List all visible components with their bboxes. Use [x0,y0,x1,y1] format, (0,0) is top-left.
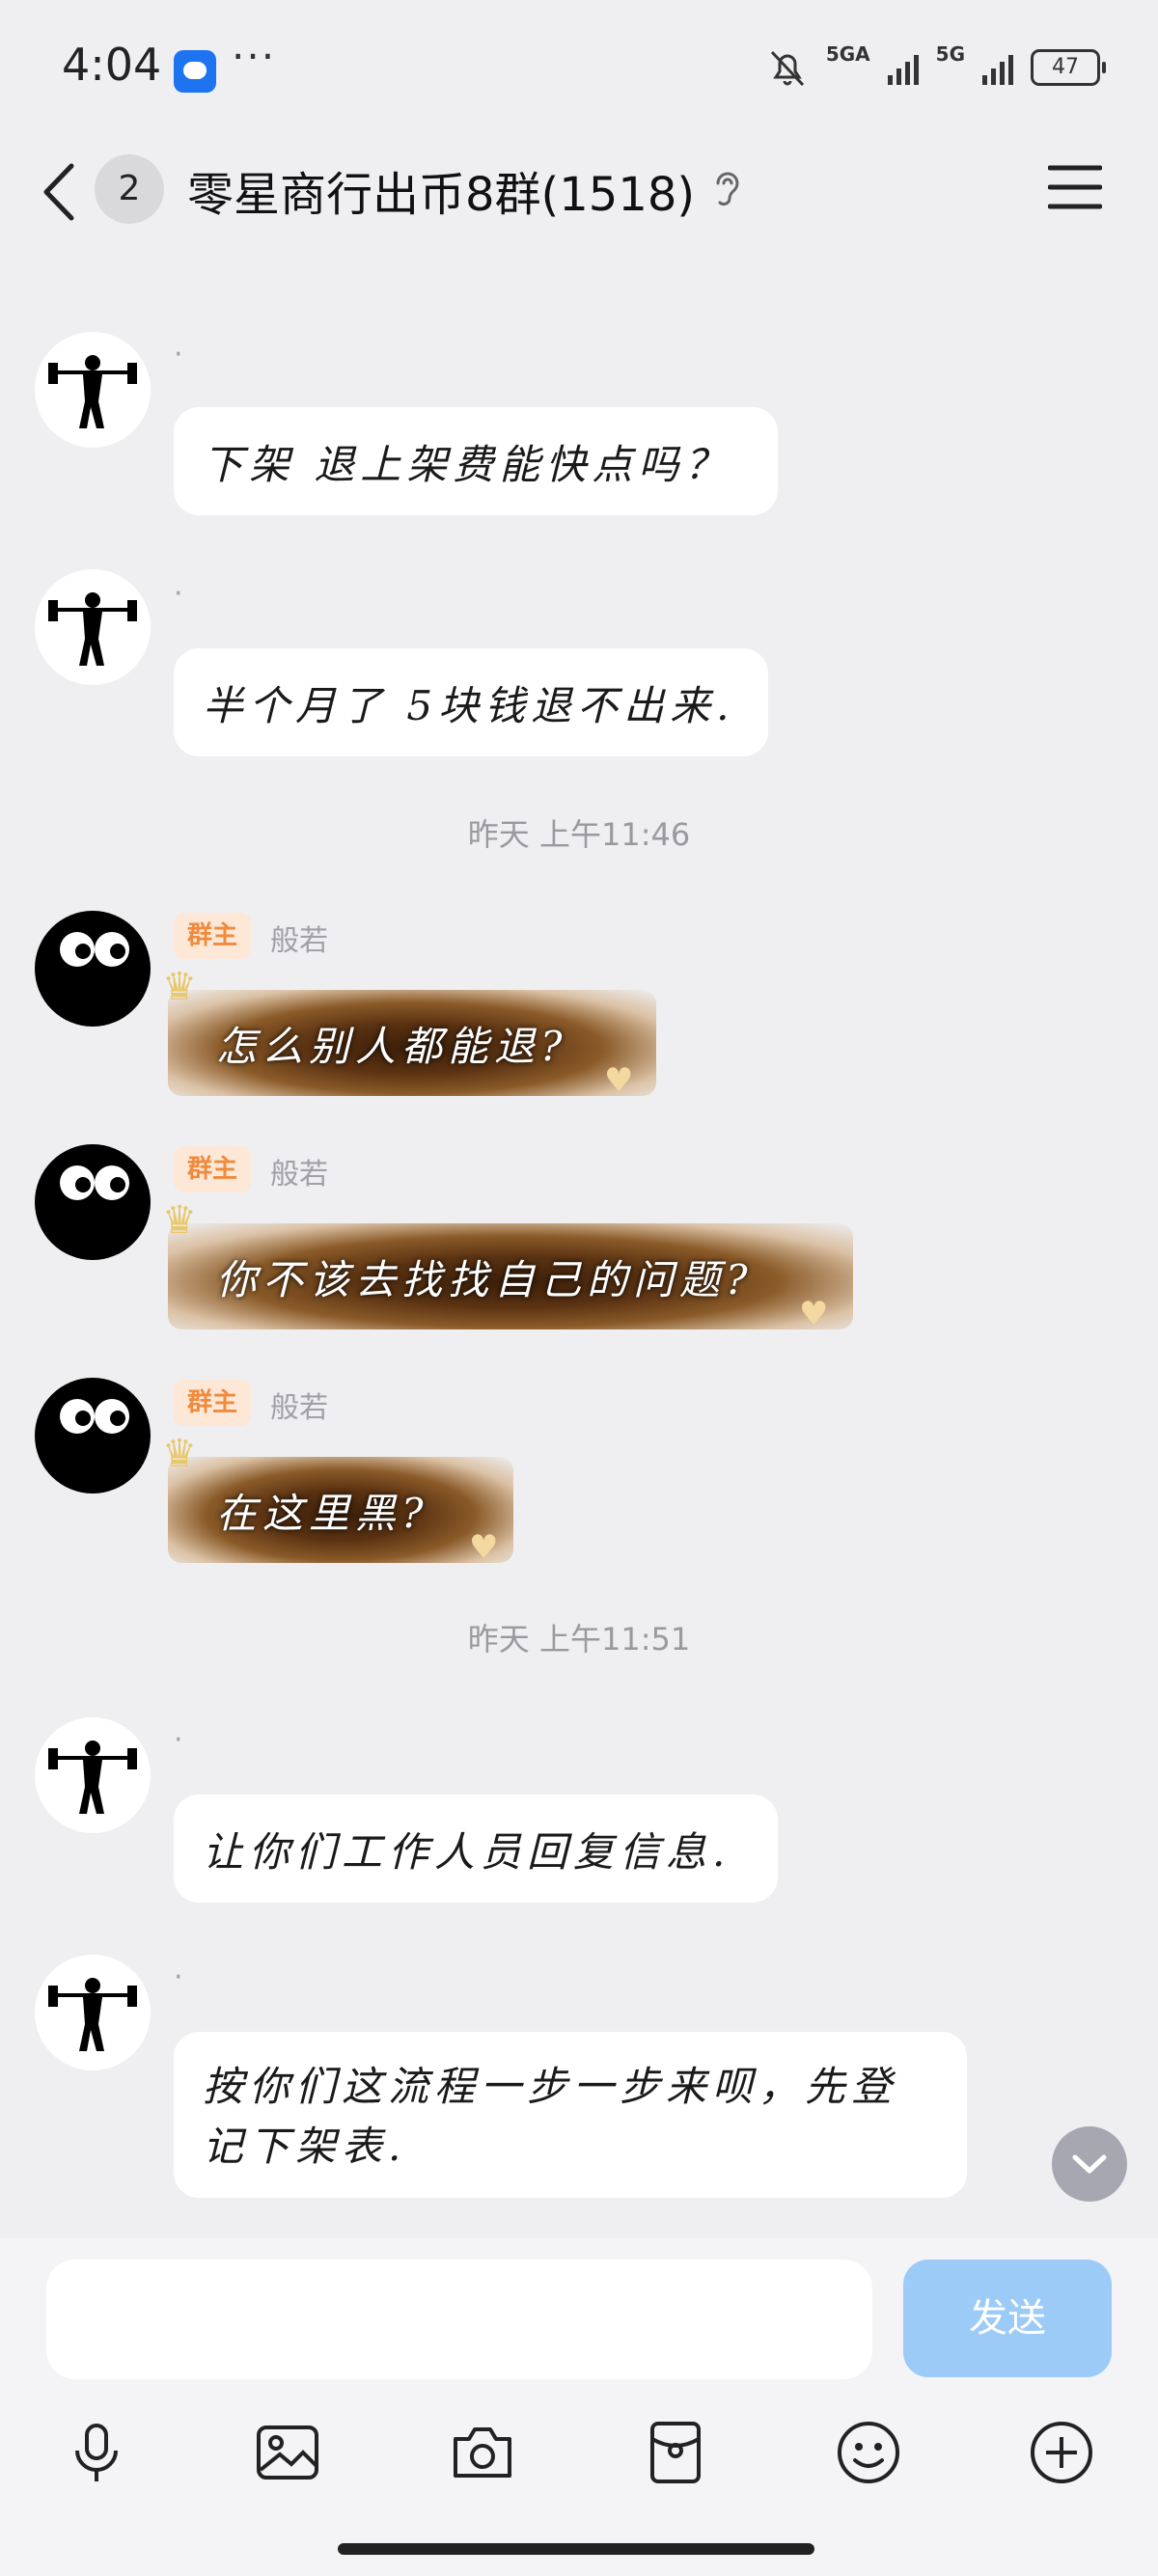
ear-icon[interactable] [710,166,745,212]
heart-icon: ♥ [604,1061,634,1100]
message-bubble[interactable]: 按你们这流程一步一步来呗，先登 记下架表. [174,2032,967,2198]
weightlifter-icon [48,1740,137,1814]
menu-icon[interactable] [1048,162,1102,212]
message-bubble: 你不该去找找自己的问题? [168,1223,853,1329]
message-bubble: 怎么别人都能退? [168,990,656,1096]
emoji-icon[interactable] [834,2418,903,2487]
send-button[interactable]: 发送 [903,2260,1112,2377]
avatar[interactable] [35,911,151,1027]
battery-icon: 47 [1031,49,1106,86]
mute-bell-icon [770,50,804,87]
home-indicator[interactable] [338,2543,814,2555]
googly-eyes-icon [60,1165,129,1200]
app-notification-icon [174,50,216,93]
sender-name: · [174,338,183,371]
crown-icon: ♛ [162,1198,197,1243]
plus-icon[interactable] [1027,2418,1096,2487]
chat-title[interactable]: 零星商行出币8群(1518) [187,156,695,224]
network-type-1: 5GA [825,42,870,66]
image-icon[interactable] [253,2418,322,2487]
sender-name: · [174,577,183,611]
message-bubble[interactable]: 让你们工作人员回复信息. [174,1795,778,1903]
fancy-bubble-frame[interactable]: 你不该去找找自己的问题? ♛ ♥ [158,1198,863,1349]
message-input[interactable] [46,2260,872,2379]
message-bubble[interactable]: 下架 退上架费能快点吗？ [174,407,778,515]
status-time: 4:04 [62,39,162,91]
sender-name: 般若 [270,924,328,958]
message-bubble[interactable]: 半个月了 5块钱退不出来. [174,648,768,756]
back-arrow-icon[interactable] [37,158,85,226]
heart-icon: ♥ [799,1295,829,1333]
sender-name: · [174,1960,183,1994]
sender-name: · [174,1723,183,1757]
owner-badge: 群主 [174,913,252,959]
fancy-bubble-frame[interactable]: 在这里黑? ♛ ♥ [158,1432,523,1582]
scroll-to-bottom-button[interactable] [1052,2126,1127,2202]
avatar[interactable] [35,569,151,685]
weightlifter-icon [48,1978,137,2051]
googly-eyes-icon [60,932,129,967]
message-line: 按你们这流程一步一步来呗，先登 [203,2063,898,2110]
owner-badge: 群主 [174,1146,252,1192]
avatar[interactable] [35,1717,151,1833]
more-notifications-icon: ··· [232,33,277,80]
avatar[interactable] [35,1378,151,1494]
avatar[interactable] [35,1144,151,1260]
red-packet-icon[interactable] [641,2418,710,2487]
status-indicators: 5GA 5G 47 [766,39,1106,96]
avatar[interactable] [35,1955,151,2070]
network-type-2: 5G [935,42,965,66]
fancy-bubble-frame[interactable]: 怎么别人都能退? ♛ ♥ [158,965,666,1115]
message-line: 记下架表. [203,2123,407,2170]
camera-icon[interactable] [448,2418,517,2487]
signal-bars-2-icon [982,50,1013,85]
crown-icon: ♛ [162,965,197,1009]
unread-count-badge[interactable]: 2 [95,154,164,224]
sender-name: 般若 [270,1158,328,1192]
timestamp: 昨天 上午11:51 [467,1621,691,1658]
crown-icon: ♛ [162,1432,197,1476]
googly-eyes-icon [60,1399,129,1434]
message-bubble: 在这里黑? [168,1457,513,1563]
mic-icon[interactable] [62,2418,131,2487]
signal-bars-1-icon [887,50,919,85]
weightlifter-icon [48,592,137,666]
chevron-down-icon [1072,2154,1107,2174]
owner-badge: 群主 [174,1380,252,1426]
timestamp: 昨天 上午11:46 [467,816,691,853]
weightlifter-icon [48,355,137,428]
avatar[interactable] [35,332,151,448]
heart-icon: ♥ [469,1528,499,1567]
sender-name: 般若 [270,1391,328,1425]
